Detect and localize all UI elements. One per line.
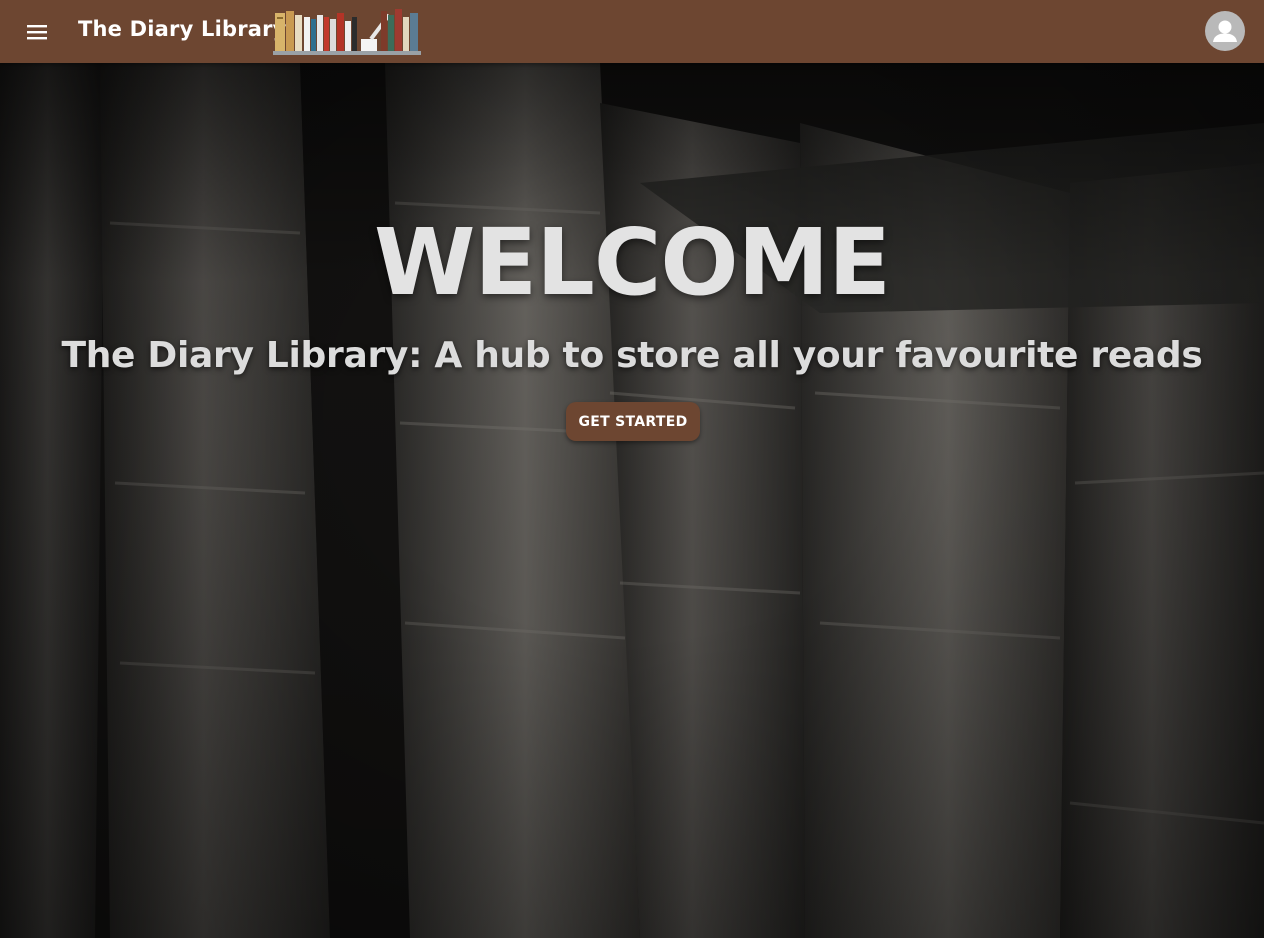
hero-vignette <box>0 63 1264 938</box>
hero-tagline: The Diary Library: A hub to store all yo… <box>61 335 1203 376</box>
menu-button[interactable] <box>16 12 56 52</box>
welcome-heading: WELCOME <box>373 209 891 316</box>
account-avatar-button[interactable] <box>1205 11 1245 51</box>
bookshelf-logo-icon <box>273 9 421 55</box>
app-bar: The Diary Library <box>0 0 1264 63</box>
app-title[interactable]: The Diary Library <box>78 17 287 41</box>
hamburger-menu-icon <box>27 25 47 40</box>
get-started-button[interactable]: GET STARTED <box>566 402 700 441</box>
hero-section: WELCOME The Diary Library: A hub to stor… <box>0 63 1264 938</box>
account-avatar-icon <box>1213 20 1237 42</box>
